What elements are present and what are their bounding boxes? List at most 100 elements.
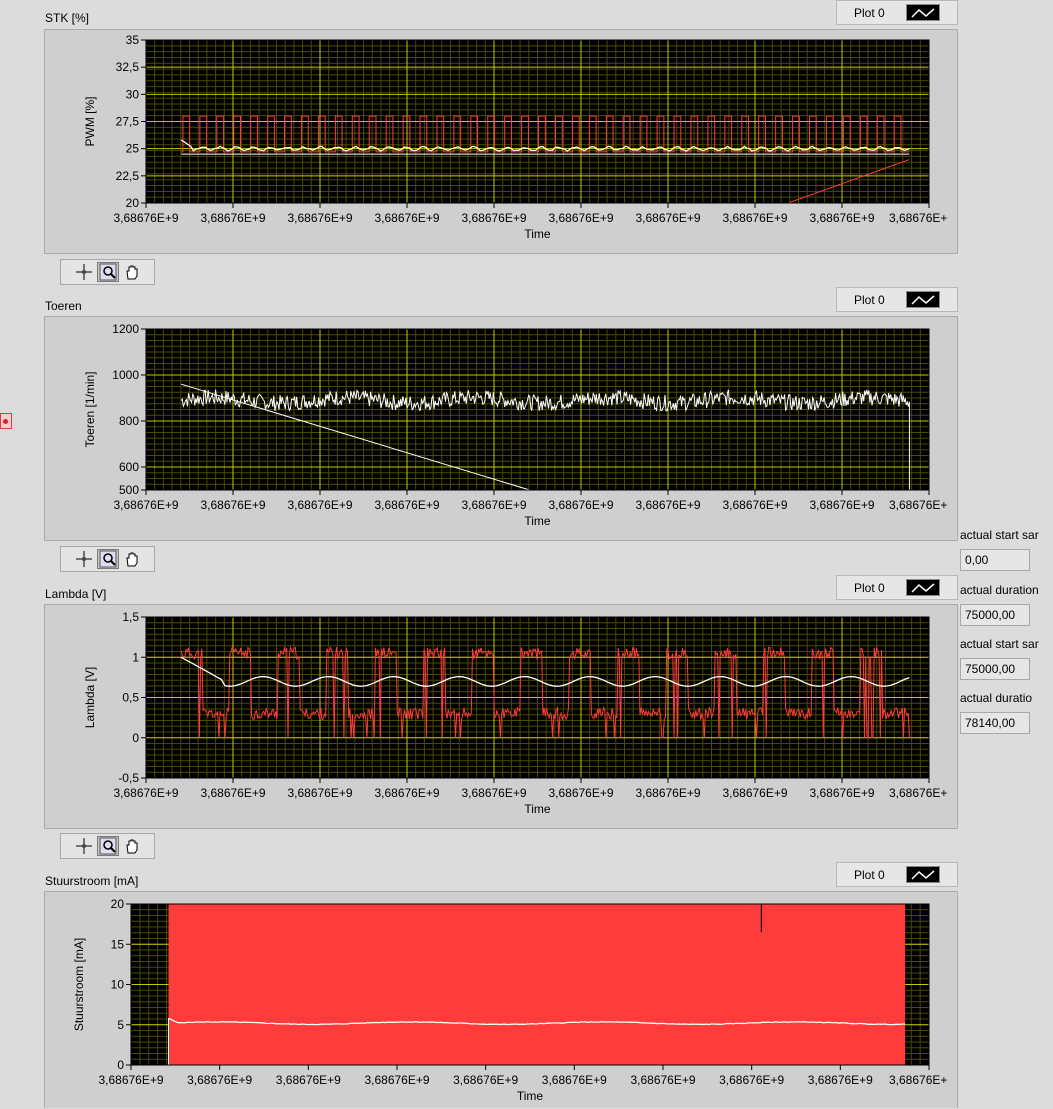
x-tick-label: 3,68676E+9 bbox=[98, 1073, 163, 1087]
chart-stuurstroom-svg: 0 5 10 15 20 3,68676E+9 3,68676E+9 3,68676E+9 3,… bbox=[72, 897, 947, 1103]
zoom-icon[interactable] bbox=[96, 836, 119, 856]
x-tick-label: 3,68676E+9 bbox=[453, 1073, 518, 1087]
x-tick-label: 3,68676E+9 bbox=[548, 498, 613, 512]
crosshair-icon[interactable] bbox=[73, 549, 95, 569]
chart-lambda[interactable]: -0,5 0 0,5 1 1,5 3,68676E+9 3,68676E+9 3,68676E… bbox=[44, 604, 958, 829]
x-tick-label: 3,68676E+9 bbox=[461, 498, 526, 512]
chart-lambda-svg: -0,5 0 0,5 1 1,5 3,68676E+9 3,68676E+9 3,68676E… bbox=[83, 610, 947, 816]
y-axis-label: Stuurstroom [mA] bbox=[72, 938, 86, 1031]
line-style-icon bbox=[906, 579, 940, 596]
x-tick-label: 3,68676E+9 bbox=[722, 211, 787, 225]
x-tick-label: 3,68676E+9 bbox=[287, 786, 352, 800]
zoom-icon[interactable] bbox=[96, 549, 119, 569]
hand-pan-icon[interactable] bbox=[121, 549, 143, 569]
plot-legend-stuurstroom[interactable]: Plot 0 bbox=[836, 862, 958, 887]
x-tick-label: 3,68676E+9 bbox=[287, 498, 352, 512]
legend-plot-label: Plot 0 bbox=[854, 5, 885, 20]
x-tick-label: 3,68676E+ bbox=[889, 786, 947, 800]
plot-legend-toeren[interactable]: Plot 0 bbox=[836, 287, 958, 312]
x-axis-label: Time bbox=[517, 1089, 544, 1103]
x-tick-label: 3,68676E+9 bbox=[809, 786, 874, 800]
x-axis-label: Time bbox=[524, 514, 551, 528]
x-tick-label: 3,68676E+9 bbox=[635, 498, 700, 512]
indicator-label: actual duration bbox=[960, 583, 1039, 597]
line-style-icon bbox=[906, 866, 940, 883]
crosshair-icon[interactable] bbox=[73, 262, 95, 282]
x-axis-label: Time bbox=[524, 227, 551, 241]
indicator-label: actual duratio bbox=[960, 691, 1033, 705]
line-style-icon bbox=[906, 4, 940, 21]
indicator-value: 0,00 bbox=[960, 549, 1030, 571]
indicator-label: actual start sar bbox=[960, 637, 1039, 651]
y-tick-label: 30 bbox=[126, 87, 140, 101]
y-tick-label: 22,5 bbox=[116, 169, 140, 183]
x-tick-label: 3,68676E+9 bbox=[461, 786, 526, 800]
x-tick-label: 3,68676E+9 bbox=[630, 1073, 695, 1087]
zoom-icon[interactable] bbox=[96, 262, 119, 282]
hand-pan-icon[interactable] bbox=[121, 836, 143, 856]
x-tick-label: 3,68676E+9 bbox=[461, 211, 526, 225]
indicator-value: 78140,00 bbox=[960, 712, 1030, 734]
indicator-label: actual start sar bbox=[960, 528, 1039, 542]
stop-button[interactable] bbox=[0, 413, 12, 429]
x-tick-label: 3,68676E+9 bbox=[719, 1073, 784, 1087]
y-tick-label: 1 bbox=[132, 650, 139, 664]
x-tick-label: 3,68676E+9 bbox=[722, 786, 787, 800]
y-axis-label: PWM [%] bbox=[83, 97, 97, 147]
x-tick-label: 3,68676E+9 bbox=[187, 1073, 252, 1087]
y-tick-label: 0 bbox=[132, 731, 139, 745]
line-style-icon bbox=[906, 291, 940, 308]
y-tick-label: 1200 bbox=[112, 322, 139, 336]
graph-palette-toeren[interactable] bbox=[60, 546, 155, 572]
indicator-value: 75000,00 bbox=[960, 658, 1030, 680]
graph-palette-lambda[interactable] bbox=[60, 833, 155, 859]
x-tick-label: 3,68676E+9 bbox=[113, 786, 178, 800]
chart-caption-stk: STK [%] bbox=[45, 11, 90, 25]
x-tick-label: 3,68676E+9 bbox=[809, 211, 874, 225]
x-tick-label: 3,68676E+9 bbox=[113, 498, 178, 512]
x-tick-label: 3,68676E+9 bbox=[635, 211, 700, 225]
y-tick-label: 600 bbox=[119, 460, 139, 474]
plot-series bbox=[168, 904, 906, 1065]
x-tick-label: 3,68676E+9 bbox=[374, 211, 439, 225]
x-tick-label: 3,68676E+9 bbox=[809, 498, 874, 512]
legend-plot-label: Plot 0 bbox=[854, 867, 885, 882]
x-tick-label: 3,68676E+9 bbox=[548, 786, 613, 800]
y-tick-label: 500 bbox=[119, 483, 139, 497]
x-tick-label: 3,68676E+9 bbox=[635, 786, 700, 800]
series-red-area bbox=[168, 904, 906, 1065]
x-tick-label: 3,68676E+9 bbox=[808, 1073, 873, 1087]
y-tick-label: 20 bbox=[126, 196, 140, 210]
chart-stk[interactable]: 20 22,5 25 27,5 30 32,5 35 3,68676E+9 3,68676E+9… bbox=[44, 29, 958, 254]
chart-toeren[interactable]: 500 600 800 1000 1200 3,68676E+9 3,68676E+9 3,6… bbox=[44, 316, 958, 541]
x-tick-label: 3,68676E+ bbox=[889, 1073, 947, 1087]
y-tick-label: 15 bbox=[111, 937, 125, 951]
chart-caption-stuurstroom: Stuurstroom [mA] bbox=[45, 874, 139, 888]
plot-legend-stk[interactable]: Plot 0 bbox=[836, 0, 958, 25]
chart-toeren-svg: 500 600 800 1000 1200 3,68676E+9 3,68676E+9 3,6… bbox=[83, 322, 947, 528]
y-tick-label: 35 bbox=[126, 33, 140, 47]
chart-stuurstroom[interactable]: 0 5 10 15 20 3,68676E+9 3,68676E+9 3,68676E+9 3,… bbox=[44, 891, 958, 1108]
legend-plot-label: Plot 0 bbox=[854, 292, 885, 307]
plot-legend-lambda[interactable]: Plot 0 bbox=[836, 575, 958, 600]
x-axis-label: Time bbox=[524, 802, 551, 816]
x-tick-label: 3,68676E+9 bbox=[542, 1073, 607, 1087]
x-tick-label: 3,68676E+ bbox=[889, 211, 947, 225]
y-tick-label: -0,5 bbox=[118, 771, 139, 785]
y-tick-label: 0 bbox=[117, 1058, 124, 1072]
crosshair-icon[interactable] bbox=[73, 836, 95, 856]
x-tick-label: 3,68676E+9 bbox=[276, 1073, 341, 1087]
y-tick-label: 32,5 bbox=[116, 60, 140, 74]
y-tick-label: 1,5 bbox=[122, 610, 139, 624]
x-tick-label: 3,68676E+9 bbox=[548, 211, 613, 225]
graph-palette-stk[interactable] bbox=[60, 259, 155, 285]
y-axis-label: Toeren [1/min] bbox=[83, 371, 97, 447]
legend-plot-label: Plot 0 bbox=[854, 580, 885, 595]
chart-stk-svg: 20 22,5 25 27,5 30 32,5 35 3,68676E+9 3,68676E+9… bbox=[83, 33, 947, 241]
x-tick-label: 3,68676E+9 bbox=[374, 498, 439, 512]
x-tick-label: 3,68676E+9 bbox=[200, 786, 265, 800]
hand-pan-icon[interactable] bbox=[121, 262, 143, 282]
x-tick-label: 3,68676E+ bbox=[889, 498, 947, 512]
x-tick-label: 3,68676E+9 bbox=[200, 498, 265, 512]
y-tick-label: 10 bbox=[111, 978, 125, 992]
